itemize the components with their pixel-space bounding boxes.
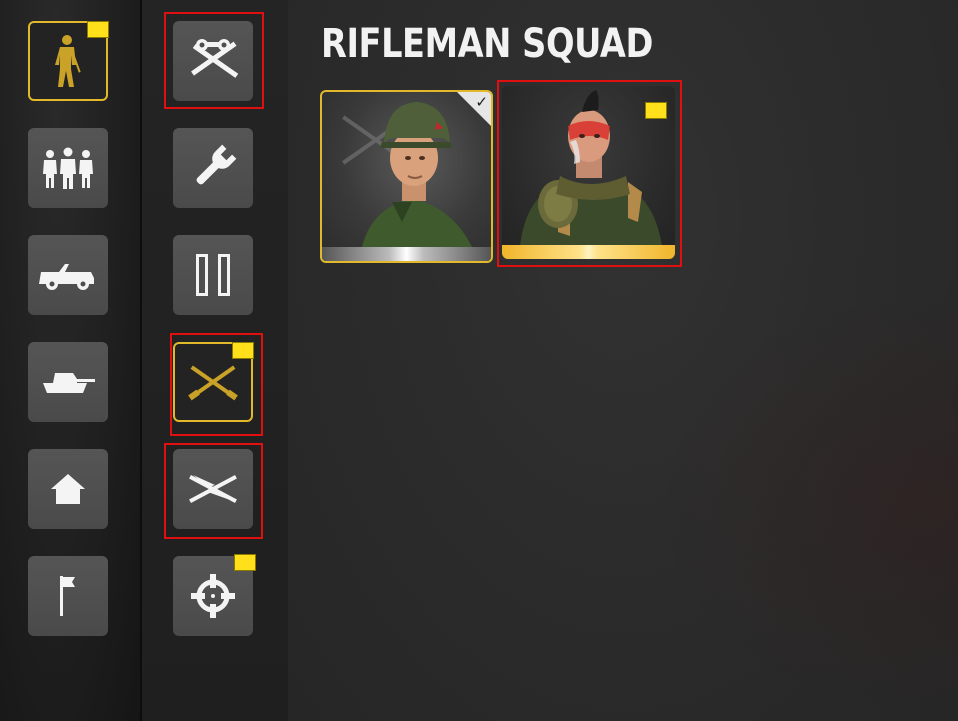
skin-card-default[interactable]: ✓ [320, 90, 493, 263]
category-buildings[interactable] [28, 449, 108, 529]
category-infantry[interactable] [28, 21, 109, 101]
new-item-flag [232, 342, 254, 359]
wrench-icon [196, 144, 237, 185]
jeep-icon [39, 264, 94, 290]
crosshair-icon [191, 574, 235, 618]
rarity-bar [502, 245, 675, 259]
crossed-rifles-icon [188, 365, 238, 401]
subcategory-recon[interactable] [173, 21, 253, 101]
checkmark-icon: ✓ [475, 93, 488, 111]
subcategory-engineer[interactable] [173, 128, 253, 208]
category-squads[interactable] [28, 128, 108, 208]
new-item-flag [234, 554, 256, 571]
rarity-bar [322, 247, 491, 261]
page-title: RIFLEMAN SQUAD [321, 21, 653, 67]
subcategory-heavy-weapons[interactable] [173, 449, 253, 529]
skin-card-warpaint[interactable] [502, 86, 675, 259]
tank-icon [43, 373, 95, 393]
lightning-crossed-rifles-icon [189, 475, 237, 503]
new-item-flag [87, 21, 109, 38]
subcategory-command[interactable] [173, 235, 253, 315]
flag-icon [60, 576, 75, 616]
subcategory-rifleman[interactable] [173, 342, 254, 422]
new-item-flag [645, 102, 667, 119]
binoculars-crossed-rifles-icon [191, 39, 239, 78]
captain-bars-icon [196, 254, 230, 296]
subcategory-sniper[interactable] [173, 554, 256, 636]
infantry-soldier-icon [55, 35, 81, 87]
house-icon [51, 474, 85, 504]
category-tanks[interactable] [28, 342, 108, 422]
category-objectives[interactable] [28, 556, 108, 636]
squad-group-icon [43, 147, 93, 189]
category-vehicles[interactable] [28, 235, 108, 315]
